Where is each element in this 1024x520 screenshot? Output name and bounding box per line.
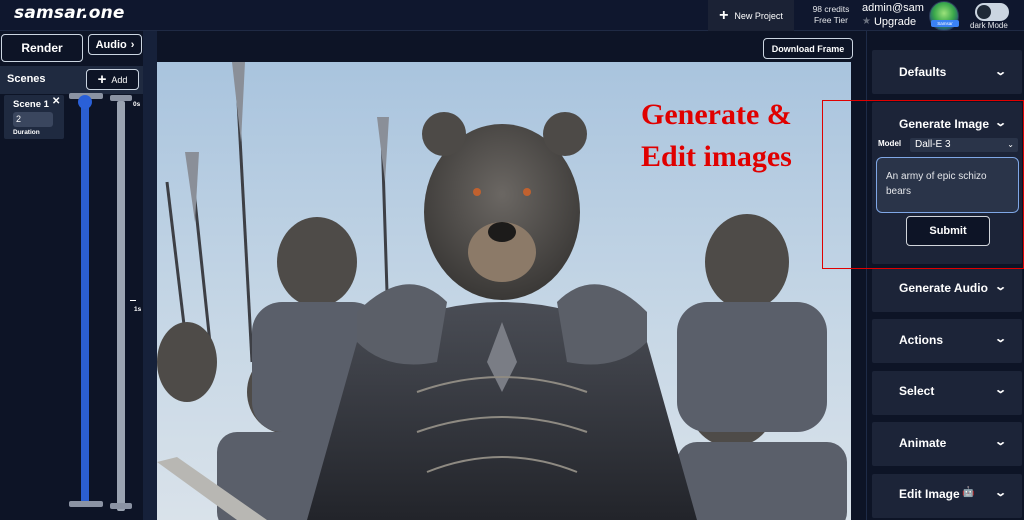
scenes-header: Scenes + Add (0, 66, 143, 94)
dark-mode-toggle[interactable] (975, 3, 1009, 21)
scene-title: Scene 1 (13, 99, 49, 110)
timeline-scrubber[interactable] (78, 95, 92, 109)
generate-audio-panel[interactable]: Generate Audio ⌄ (872, 268, 1022, 312)
generate-image-title: Generate Image (899, 117, 990, 131)
username: admin@sam (862, 2, 924, 14)
new-project-button[interactable]: + New Project (708, 0, 794, 31)
timeline-tick-mark (130, 300, 136, 301)
chevron-down-icon: ⌄ (994, 384, 1008, 396)
add-label: Add (111, 74, 128, 85)
defaults-panel[interactable]: Defaults ⌄ (872, 50, 1022, 94)
download-frame-button[interactable]: Download Frame (763, 38, 853, 59)
scenes-title: Scenes (7, 73, 46, 85)
close-icon[interactable]: ✕ (52, 96, 60, 107)
track-bottom-handle[interactable] (69, 501, 103, 507)
left-panel: Render Audio › Scenes + Add Scene 1 ✕ 2 … (0, 31, 143, 520)
top-bar: samsar.one + New Project 98 credits Free… (0, 0, 1024, 31)
edit-image-panel[interactable]: Edit Image 🤖 ⌄ (872, 474, 1022, 518)
duration-label: Duration (13, 129, 40, 136)
defaults-title: Defaults (899, 65, 947, 79)
plus-icon: + (97, 71, 107, 88)
timeline-tick-1: 1s (134, 306, 142, 313)
app-logo[interactable]: samsar.one (14, 3, 125, 23)
edit-image-title: Edit Image (899, 487, 960, 501)
chevron-down-icon: ⌄ (994, 436, 1008, 448)
timeline-tick-0: 0s (133, 101, 141, 108)
upgrade-label: Upgrade (873, 16, 917, 28)
credits-count: 98 credits (812, 4, 850, 14)
annotation-text: Generate & Edit images (641, 94, 826, 178)
select-title: Select (899, 384, 935, 398)
audio-button[interactable]: Audio › (88, 34, 142, 55)
plus-icon: + (719, 6, 729, 24)
chevron-down-icon: ⌄ (994, 66, 1008, 78)
add-scene-button[interactable]: + Add (86, 69, 139, 90)
annotation-line-2: Edit images (641, 140, 792, 173)
scene-timeline-track[interactable] (81, 101, 89, 507)
submit-button[interactable]: Submit (906, 216, 990, 246)
annotation-line-1: Generate & (641, 98, 792, 131)
chevron-down-icon: ⌄ (1007, 140, 1014, 149)
audio-label: Audio (95, 38, 127, 51)
avatar-tag: Samsar (931, 20, 959, 27)
panel-divider (143, 31, 157, 520)
credits-info: 98 credits Free Tier (800, 4, 862, 26)
chevron-down-icon: ⌄ (994, 281, 1008, 293)
scene-card[interactable]: Scene 1 ✕ 2 Duration (4, 95, 64, 139)
scene-duration-input[interactable]: 2 (13, 112, 53, 127)
chevron-down-icon: ⌄ (994, 487, 1008, 499)
prompt-input[interactable]: An army of epic schizo bears (876, 157, 1019, 213)
toggle-knob (977, 5, 991, 19)
model-select[interactable]: Dall-E 3 ⌄ (910, 138, 1018, 152)
actions-panel[interactable]: Actions ⌄ (872, 319, 1022, 363)
animate-panel[interactable]: Animate ⌄ (872, 422, 1022, 466)
new-project-label: New Project (734, 10, 783, 21)
chevron-down-icon: ⌄ (994, 117, 1008, 129)
animate-title: Animate (899, 436, 947, 450)
upgrade-link[interactable]: ★ Upgrade (862, 15, 928, 29)
actions-title: Actions (899, 333, 944, 347)
audio-track-bottom-handle[interactable] (110, 503, 132, 509)
model-label: Model (878, 139, 902, 148)
avatar[interactable]: Samsar (929, 1, 959, 31)
chevron-right-icon: › (130, 38, 135, 51)
chevron-down-icon: ⌄ (994, 333, 1008, 345)
audio-timeline-track[interactable] (117, 101, 125, 511)
select-panel[interactable]: Select ⌄ (872, 371, 1022, 415)
generate-audio-title: Generate Audio (899, 281, 988, 295)
robot-icon: 🤖 (962, 487, 975, 498)
dark-mode-label: dark Mode (970, 21, 1008, 30)
account-menu[interactable]: admin@sam ★ Upgrade (862, 1, 928, 29)
model-value: Dall-E 3 (915, 139, 951, 150)
tier-label: Free Tier (813, 15, 848, 25)
star-icon: ★ (862, 16, 871, 27)
render-button[interactable]: Render (1, 34, 83, 62)
